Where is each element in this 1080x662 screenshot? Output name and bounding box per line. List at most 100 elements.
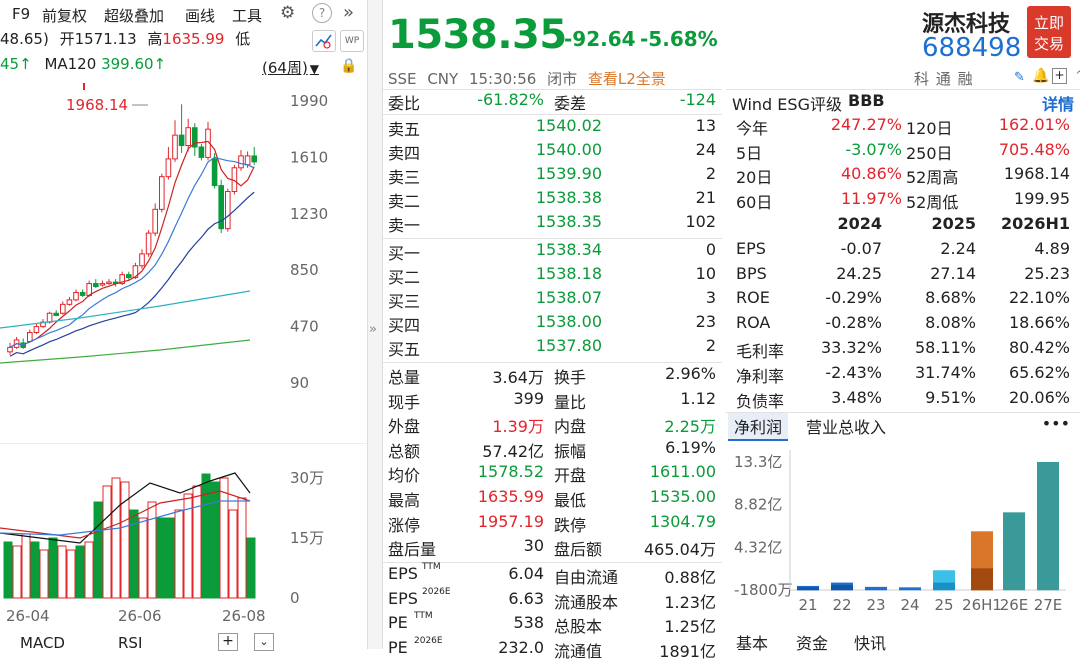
chart-type-icon[interactable] — [312, 30, 336, 52]
lock-icon[interactable]: 🔒 — [340, 58, 357, 74]
date-tick-label: 26-06 — [118, 607, 162, 623]
help-icon[interactable]: ? — [312, 3, 332, 23]
financials-value: 31.74% — [914, 362, 976, 382]
asks-price: 1540.02 — [535, 116, 602, 135]
financials-value: -2.43% — [825, 362, 882, 382]
bids-volume: 10 — [695, 264, 716, 283]
financials-value: 27.14 — [930, 263, 976, 283]
candle-body — [185, 127, 191, 147]
performance-table: 今年 247.27% 120日 162.01% 5日 -3.07% 250日 705.48% 2… — [726, 115, 1080, 215]
asks-level-label: 卖一 — [388, 216, 421, 235]
tag-tong[interactable]: 通 — [936, 70, 951, 88]
period-selector[interactable]: (64周) ▼ — [262, 57, 319, 78]
add-indicator-icon[interactable]: + — [218, 633, 238, 651]
financials-value: 20.06% — [1008, 387, 1070, 407]
tab-net-profit[interactable]: 净利润 — [728, 413, 789, 441]
volume-chart[interactable]: 30万 15万 0 26-04 26-06 26-08 — [0, 443, 368, 623]
bids-row[interactable]: 买二 1538.18 10 — [382, 264, 722, 288]
volume-bar — [93, 501, 103, 599]
volume-bar — [201, 473, 211, 599]
bids-row[interactable]: 买一 1538.34 0 — [382, 240, 722, 264]
collapse-icon[interactable]: ⌄ — [254, 633, 274, 651]
tools-button[interactable]: 工具 — [232, 5, 262, 26]
tab-funds[interactable]: 资金 — [796, 630, 828, 654]
last-price: 1538.35 — [388, 12, 567, 58]
stat-label: 盘后额 — [554, 540, 603, 560]
asks-volume: 24 — [695, 140, 716, 159]
double-chevron-right-icon[interactable]: » — [343, 2, 354, 23]
chevron-down-icon[interactable]: ⌃ — [1074, 69, 1080, 84]
tab-flash[interactable]: 快讯 — [854, 630, 886, 654]
financials-value: 9.51% — [925, 387, 976, 407]
restore-rights-button[interactable]: 前复权 — [42, 5, 87, 26]
stat-value: 1304.79 — [649, 511, 716, 531]
fundamental-value: 1891亿 — [659, 641, 716, 661]
volume-bar — [30, 541, 40, 599]
fundamental-row: PE TTM 538 总股本 1.25亿 — [382, 611, 722, 637]
esg-label: Wind ESG评级 — [732, 95, 842, 114]
financials-label: EPS — [736, 238, 766, 258]
wp-icon[interactable]: WP — [340, 30, 364, 52]
asks-row[interactable]: 卖三 1539.90 2 — [382, 164, 722, 188]
draw-line-button[interactable]: 画线 — [185, 5, 215, 26]
l2-link[interactable]: 查看L2全景 — [588, 70, 666, 88]
performance-row: 20日 40.86% 52周高 1968.14 — [726, 164, 1080, 188]
bids-row[interactable]: 买四 1538.00 23 — [382, 312, 722, 336]
stat-value: 1578.52 — [477, 462, 544, 482]
asks-row[interactable]: 卖一 1538.35 102 — [382, 212, 722, 236]
fundamental-value: 6.63 — [508, 588, 544, 608]
stat-label: 总额 — [388, 441, 421, 461]
performance-label: 52周低 — [906, 192, 959, 212]
add-watchlist-icon[interactable]: + — [1052, 68, 1067, 84]
tag-rong[interactable]: 融 — [958, 70, 973, 88]
kline-chart[interactable]: 1990 1610 1230 850 470 90 1968.14 — [0, 78, 368, 443]
overlay-button[interactable]: 超级叠加 — [104, 5, 164, 26]
bids-price: 1537.80 — [535, 336, 602, 355]
asks-row[interactable]: 卖五 1540.02 13 — [382, 116, 722, 140]
bids-price: 1538.07 — [535, 288, 602, 307]
diff-label: 委差 — [554, 94, 587, 113]
more-icon[interactable]: ••• — [1042, 414, 1070, 433]
profit-bar-secondary — [971, 568, 993, 591]
net-profit-chart[interactable]: 13.3亿 8.82亿 4.32亿 -1800万 21 22 23 24 25 26H126E 27… — [726, 440, 1080, 620]
double-chevron-right-icon[interactable]: » — [369, 322, 377, 337]
stat-value: 1611.00 — [649, 462, 716, 482]
tab-revenue[interactable]: 营业总收入 — [806, 414, 886, 438]
ma-short-line — [9, 140, 255, 348]
fundamental-label: 流通股本 — [554, 592, 619, 612]
financials-header: 2024 2025 2026H1 — [726, 214, 1080, 238]
caret-down-icon: ▼ — [309, 62, 320, 76]
candle-body — [33, 326, 40, 334]
performance-label: 120日 — [906, 119, 953, 138]
performance-label: 52周高 — [906, 168, 959, 188]
gear-icon[interactable]: ⚙ — [280, 3, 295, 23]
volume-bar — [3, 541, 13, 599]
profit-category-label: 26H1 — [962, 596, 1002, 614]
asks-row[interactable]: 卖二 1538.38 21 — [382, 188, 722, 212]
tag-ke[interactable]: 科 — [914, 70, 929, 88]
bell-icon[interactable]: 🔔 — [1032, 68, 1049, 84]
tab-rsi[interactable]: RSI — [118, 634, 142, 652]
financials-row: BPS 24.25 27.14 25.23 — [726, 264, 1080, 288]
ratio-label: 委比 — [388, 94, 421, 113]
f9-button[interactable]: F9 — [12, 5, 30, 23]
currency: CNY — [427, 70, 459, 88]
fundamental-row: PE 2026E 232.0 流通值 1891亿 — [382, 636, 722, 662]
date-tick-label: 26-04 — [6, 607, 50, 623]
footer-tabs: 基本 资金 快讯 — [726, 630, 1080, 653]
esg-detail-link[interactable]: 详情 — [1042, 91, 1074, 115]
stat-label: 涨停 — [388, 515, 421, 535]
tab-basic[interactable]: 基本 — [736, 630, 768, 654]
stats-row: 总额 57.42亿 振幅 6.19% — [382, 438, 722, 462]
panel-splitter[interactable]: » — [367, 0, 383, 649]
edit-icon[interactable]: ✎ — [1014, 70, 1025, 85]
trade-now-button[interactable]: 立即 交易 — [1027, 6, 1071, 58]
candle-body — [225, 191, 231, 230]
bids-row[interactable]: 买三 1538.07 3 — [382, 288, 722, 312]
financials-value: 58.11% — [914, 338, 976, 357]
asks-row[interactable]: 卖四 1540.00 24 — [382, 140, 722, 164]
volume-bar — [165, 517, 175, 599]
stats-row: 最高 1635.99 最低 1535.00 — [382, 487, 722, 511]
bids-row[interactable]: 买五 1537.80 2 — [382, 336, 722, 360]
tab-macd[interactable]: MACD — [20, 634, 65, 652]
